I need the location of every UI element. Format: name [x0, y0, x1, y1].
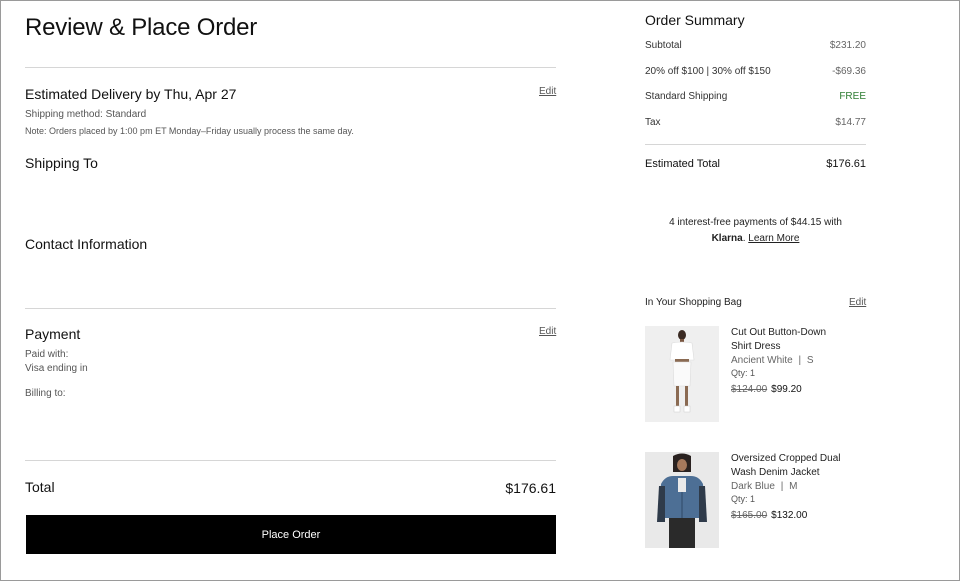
place-order-button[interactable]: Place Order	[26, 515, 556, 554]
divider	[25, 67, 556, 68]
divider	[25, 460, 556, 461]
dress-figure-icon	[645, 326, 719, 422]
bag-item: Oversized Cropped Dual Wash Denim Jacket…	[731, 452, 871, 523]
paid-with-label: Paid with:	[25, 349, 69, 360]
summary-value: $14.77	[835, 117, 866, 128]
product-name-line[interactable]: Oversized Cropped Dual	[731, 452, 871, 466]
product-prices: $124.00 $99.20	[731, 379, 871, 397]
summary-row-tax: Tax $14.77	[645, 117, 866, 128]
summary-row-subtotal: Subtotal $231.20	[645, 40, 866, 51]
product-qty: Qty: 1	[731, 494, 756, 504]
estimated-total-row: Estimated Total $176.61	[645, 158, 866, 170]
summary-value: -$69.36	[832, 66, 866, 77]
summary-label: Standard Shipping	[645, 91, 728, 102]
product-name-line[interactable]: Wash Denim Jacket	[731, 466, 871, 480]
total-label: Total	[25, 479, 55, 495]
sale-price: $132.00	[771, 510, 808, 521]
variant-separator: |	[798, 355, 802, 366]
product-size: M	[789, 481, 798, 492]
payment-title: Payment	[25, 326, 81, 342]
klarna-message: 4 interest-free payments of $44.15 with …	[645, 215, 866, 247]
summary-label: 20% off $100 | 30% off $150	[645, 66, 771, 77]
summary-row-shipping: Standard Shipping FREE	[645, 91, 866, 102]
product-qty: Qty: 1	[731, 368, 756, 378]
product-variant: Ancient White | S	[731, 355, 871, 366]
product-variant: Dark Blue | M	[731, 481, 871, 492]
card-ending: Visa ending in	[25, 363, 88, 374]
bag-edit-link[interactable]: Edit	[849, 297, 866, 308]
jacket-figure-icon	[645, 452, 719, 548]
learn-more-link[interactable]: Learn More	[748, 233, 799, 244]
sale-price: $99.20	[771, 384, 802, 395]
product-color: Ancient White	[731, 355, 793, 366]
delivery-title: Estimated Delivery by Thu, Apr 27	[25, 86, 237, 102]
bag-item: Cut Out Button-Down Shirt Dress Ancient …	[731, 326, 871, 397]
free-shipping-value: FREE	[839, 91, 866, 102]
summary-label: Tax	[645, 117, 661, 128]
payment-edit-link[interactable]: Edit	[539, 326, 556, 337]
total-value: $176.61	[505, 480, 556, 496]
product-prices: $165.00 $132.00	[731, 505, 871, 523]
original-price: $124.00	[731, 384, 768, 395]
klarna-separator: .	[742, 233, 746, 244]
variant-separator: |	[780, 481, 784, 492]
product-image-dress[interactable]	[645, 326, 719, 422]
shipping-to-title: Shipping To	[25, 155, 98, 171]
product-name-line[interactable]: Shirt Dress	[731, 340, 871, 354]
product-size: S	[806, 355, 814, 366]
product-image-jacket[interactable]	[645, 452, 719, 548]
page-title: Review & Place Order	[25, 14, 258, 41]
klarna-line: 4 interest-free payments of $44.15 with	[669, 217, 842, 228]
divider	[645, 144, 866, 145]
bag-title: In Your Shopping Bag	[645, 297, 742, 308]
product-name-line[interactable]: Cut Out Button-Down	[731, 326, 871, 340]
shipping-method: Shipping method: Standard	[25, 109, 147, 120]
original-price: $165.00	[731, 510, 768, 521]
summary-row-discount: 20% off $100 | 30% off $150 -$69.36	[645, 66, 866, 77]
contact-title: Contact Information	[25, 236, 148, 252]
product-color: Dark Blue	[731, 481, 775, 492]
klarna-logo: Klarna	[711, 233, 743, 244]
summary-value: $231.20	[829, 40, 866, 51]
shipping-note: Note: Orders placed by 1:00 pm ET Monday…	[25, 126, 354, 136]
estimated-total-value: $176.61	[826, 158, 866, 170]
divider	[25, 308, 556, 309]
billing-to-label: Billing to:	[25, 388, 66, 399]
summary-label: Subtotal	[645, 40, 682, 51]
delivery-edit-link[interactable]: Edit	[539, 86, 556, 97]
estimated-total-label: Estimated Total	[645, 158, 721, 170]
order-summary-title: Order Summary	[645, 12, 745, 28]
